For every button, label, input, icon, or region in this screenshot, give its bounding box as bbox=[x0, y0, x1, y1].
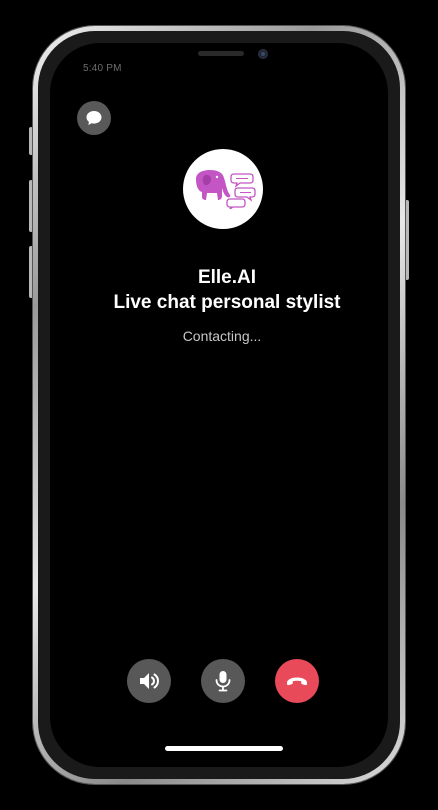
caller-avatar bbox=[183, 149, 263, 229]
speaker-icon bbox=[140, 673, 160, 689]
caller-name: Elle.AI bbox=[197, 267, 257, 288]
elephant-logo-icon bbox=[196, 170, 256, 209]
front-camera bbox=[258, 49, 268, 59]
earpiece-speaker bbox=[198, 51, 244, 56]
home-indicator[interactable] bbox=[165, 746, 283, 751]
microphone-icon bbox=[215, 671, 231, 692]
speaker-button[interactable] bbox=[127, 659, 171, 703]
end-call-icon bbox=[287, 677, 307, 686]
caller-subtitle: Live chat personal stylist bbox=[113, 292, 341, 313]
microphone-button[interactable] bbox=[201, 659, 245, 703]
power-hardware-button bbox=[405, 200, 409, 280]
stage: 5:40 PM Elle.AI Live chat personal styli… bbox=[0, 0, 438, 810]
call-status: Contacting... bbox=[182, 328, 262, 344]
status-bar-time: 5:40 PM bbox=[83, 63, 122, 74]
chat-bubble-icon bbox=[86, 111, 102, 125]
open-chat-button[interactable] bbox=[77, 101, 111, 135]
end-call-button[interactable] bbox=[275, 659, 319, 703]
